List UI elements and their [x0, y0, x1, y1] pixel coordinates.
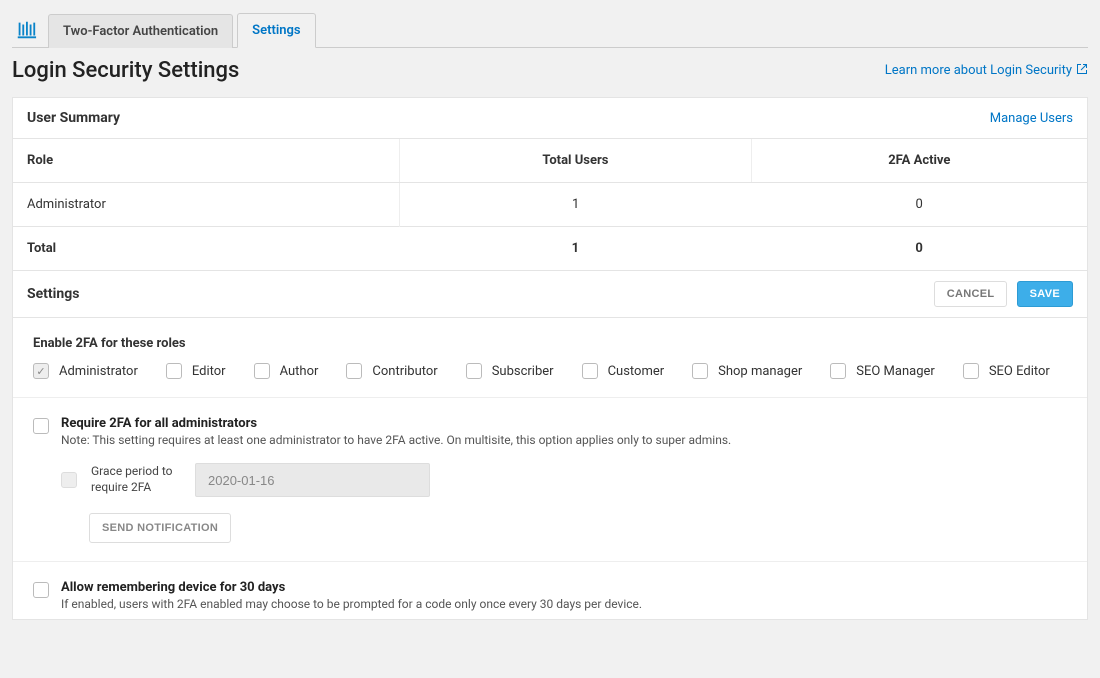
footer-role: Total	[13, 227, 400, 271]
role-label: Shop manager	[718, 364, 802, 379]
manage-users-link[interactable]: Manage Users	[990, 111, 1073, 126]
user-summary-table: Role Total Users 2FA Active Administrato…	[13, 139, 1087, 270]
table-footer-row: Total 1 0	[13, 227, 1087, 271]
role-label: SEO Editor	[989, 364, 1050, 379]
role-label: Subscriber	[492, 364, 554, 379]
checkbox-icon	[582, 363, 598, 379]
role-checkbox-subscriber[interactable]: Subscriber	[466, 363, 554, 379]
role-label: Customer	[608, 364, 665, 379]
settings-title: Settings	[27, 286, 79, 302]
checkbox-icon	[33, 363, 49, 379]
remember-device-note: If enabled, users with 2FA enabled may c…	[61, 597, 642, 611]
checkbox-icon	[963, 363, 979, 379]
save-button[interactable]: SAVE	[1017, 281, 1073, 307]
grace-period-label: Grace period to require 2FA	[91, 464, 181, 495]
role-checkbox-seo-editor[interactable]: SEO Editor	[963, 363, 1050, 379]
require-2fa-note: Note: This setting requires at least one…	[61, 433, 731, 447]
cell-active: 0	[751, 183, 1087, 227]
footer-total: 1	[400, 227, 752, 271]
role-label: SEO Manager	[856, 364, 935, 379]
role-checkbox-editor[interactable]: Editor	[166, 363, 226, 379]
enable-2fa-roles-title: Enable 2FA for these roles	[33, 336, 1067, 351]
role-checkbox-customer[interactable]: Customer	[582, 363, 665, 379]
section-require-2fa-admins: Require 2FA for all administrators Note:…	[13, 398, 1087, 562]
checkbox-icon	[692, 363, 708, 379]
tab-bar: Two-Factor Authentication Settings	[12, 12, 1088, 48]
col-2fa-active: 2FA Active	[751, 139, 1087, 183]
section-remember-device: Allow remembering device for 30 days If …	[13, 562, 1087, 619]
require-2fa-title: Require 2FA for all administrators	[61, 416, 731, 431]
checkbox-icon	[830, 363, 846, 379]
role-label: Editor	[192, 364, 226, 379]
role-checkbox-author[interactable]: Author	[254, 363, 319, 379]
role-checkbox-seo-manager[interactable]: SEO Manager	[830, 363, 935, 379]
footer-active: 0	[751, 227, 1087, 271]
send-notification-button[interactable]: SEND NOTIFICATION	[89, 513, 231, 543]
col-total-users: Total Users	[400, 139, 752, 183]
cell-role: Administrator	[13, 183, 400, 227]
tab-two-factor-authentication[interactable]: Two-Factor Authentication	[48, 14, 233, 48]
require-2fa-checkbox[interactable]	[33, 418, 49, 434]
app-logo-icon	[12, 16, 40, 44]
cancel-button[interactable]: CANCEL	[934, 281, 1008, 307]
checkbox-icon	[466, 363, 482, 379]
role-checkbox-administrator[interactable]: Administrator	[33, 363, 138, 379]
role-label: Administrator	[59, 364, 138, 379]
user-summary-panel: User Summary Manage Users Role Total Use…	[12, 97, 1088, 620]
checkbox-icon	[346, 363, 362, 379]
tab-settings[interactable]: Settings	[237, 13, 315, 48]
page-title: Login Security Settings	[12, 58, 239, 83]
learn-more-label: Learn more about Login Security	[885, 63, 1072, 78]
section-enable-2fa-roles: Enable 2FA for these roles Administrator…	[13, 318, 1087, 398]
role-label: Author	[280, 364, 319, 379]
checkbox-icon	[166, 363, 182, 379]
learn-more-link[interactable]: Learn more about Login Security	[885, 63, 1088, 79]
external-link-icon	[1076, 63, 1088, 79]
cell-total: 1	[400, 183, 752, 227]
remember-device-title: Allow remembering device for 30 days	[61, 580, 642, 595]
grace-period-checkbox[interactable]	[61, 472, 77, 488]
user-summary-title: User Summary	[27, 110, 120, 126]
checkbox-icon	[254, 363, 270, 379]
grace-period-input[interactable]	[195, 463, 430, 497]
col-role: Role	[13, 139, 400, 183]
role-checkbox-shop-manager[interactable]: Shop manager	[692, 363, 802, 379]
table-row: Administrator 1 0	[13, 183, 1087, 227]
remember-device-checkbox[interactable]	[33, 582, 49, 598]
role-checkbox-contributor[interactable]: Contributor	[346, 363, 437, 379]
role-label: Contributor	[372, 364, 437, 379]
